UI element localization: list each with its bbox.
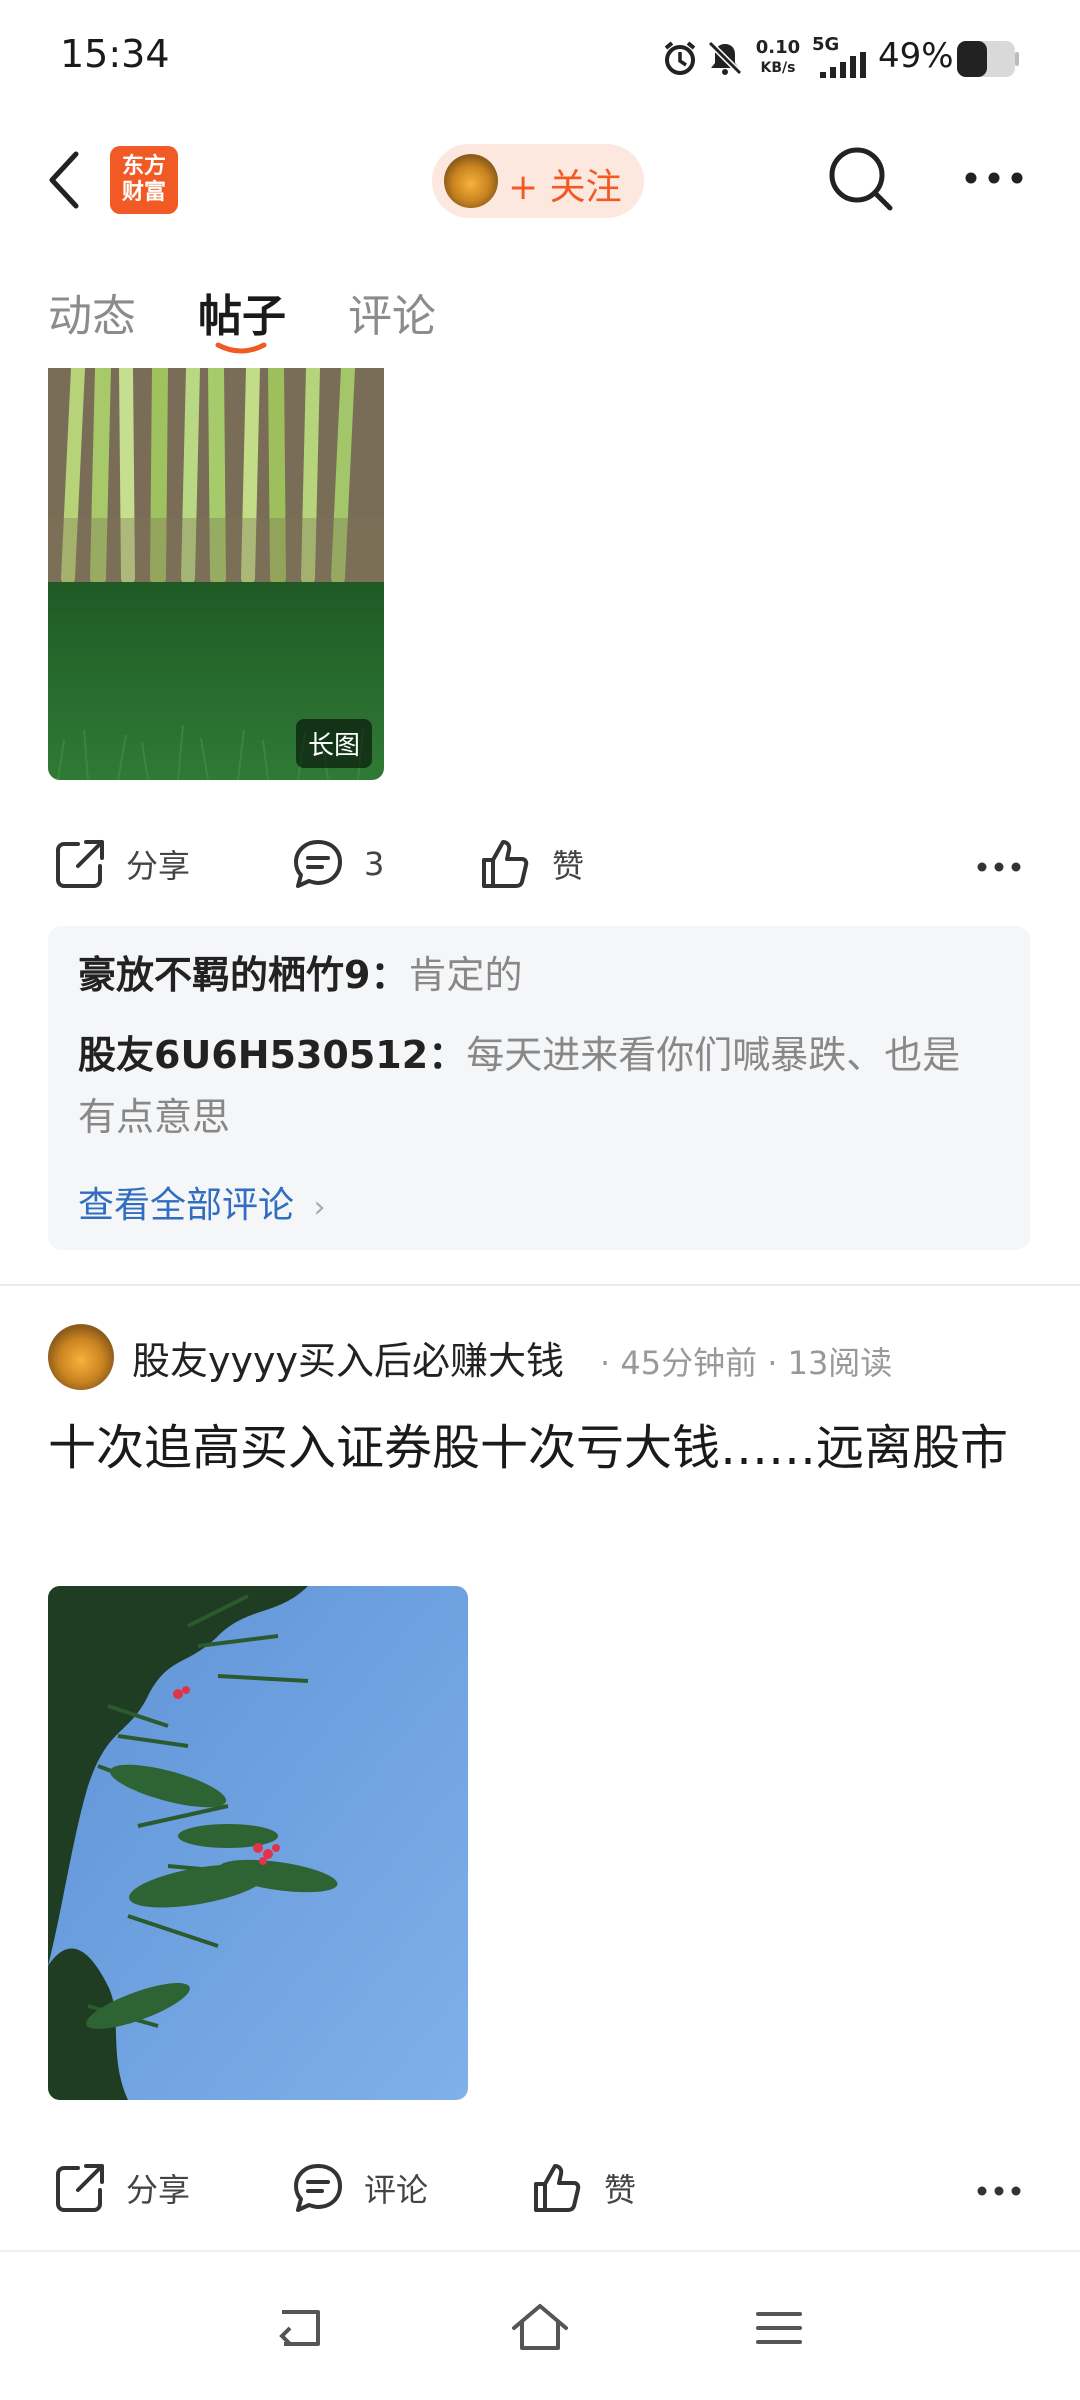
share-button[interactable]: 分享 bbox=[52, 2160, 190, 2216]
avatar bbox=[444, 154, 498, 208]
post-image[interactable]: 长图 bbox=[48, 368, 384, 780]
net-speed-value: 0.10 bbox=[755, 37, 801, 58]
network-speed: 0.10 KB/s bbox=[754, 38, 802, 78]
tab-active-indicator bbox=[215, 340, 267, 354]
post-image[interactable] bbox=[48, 1586, 468, 2100]
home-nav-icon[interactable] bbox=[510, 2302, 570, 2356]
thumbs-up-icon bbox=[534, 2164, 581, 2212]
comment-preview-box[interactable]: 豪放不羁的栖竹9：肯定的 股友6U6H530512：每天进来看你们喊暴跌、也是有… bbox=[48, 926, 1030, 1250]
comment-icon bbox=[294, 2164, 342, 2212]
share-label: 分享 bbox=[126, 2171, 191, 2209]
status-bar: 15:34 0.10 KB/s 5G 49% bbox=[0, 0, 1080, 116]
share-icon bbox=[56, 2164, 104, 2212]
comment-username[interactable]: 股友6U6H530512 bbox=[78, 1033, 428, 1077]
like-button[interactable]: 赞 bbox=[478, 836, 584, 892]
battery-icon bbox=[956, 40, 1020, 82]
app-logo[interactable]: 东方 财富 bbox=[110, 146, 178, 214]
tab-dynamics[interactable]: 动态 bbox=[48, 280, 136, 344]
post-meta: · 45分钟前 · 13阅读 bbox=[600, 1344, 893, 1382]
tab-posts[interactable]: 帖子 bbox=[198, 280, 286, 344]
post-more-icon[interactable] bbox=[976, 2182, 1022, 2201]
like-label: 赞 bbox=[604, 2171, 637, 2209]
battery-percent: 49% bbox=[878, 36, 954, 76]
post-author[interactable]: 股友yyyy买入后必赚大钱 bbox=[132, 1330, 564, 1385]
comment-colon: ： bbox=[370, 953, 409, 997]
net-speed-unit: KB/s bbox=[760, 60, 796, 76]
post-more-icon[interactable] bbox=[976, 858, 1022, 877]
long-image-badge: 长图 bbox=[295, 719, 372, 768]
comment-button[interactable]: 评论 bbox=[290, 2160, 428, 2216]
comment-text: 肯定的 bbox=[408, 953, 523, 997]
search-icon[interactable] bbox=[826, 144, 896, 218]
chevron-right-icon: › bbox=[313, 1190, 326, 1225]
back-arrow-icon[interactable] bbox=[46, 150, 82, 214]
comment-count: 3 bbox=[364, 845, 385, 883]
comment-icon bbox=[294, 840, 342, 888]
comment-colon: ： bbox=[428, 1033, 467, 1077]
status-time: 15:34 bbox=[60, 32, 170, 76]
share-icon bbox=[56, 840, 104, 888]
comment-button[interactable]: 3 bbox=[290, 836, 384, 892]
thumbs-up-icon bbox=[482, 840, 529, 888]
comment-item: 豪放不羁的栖竹9：肯定的 bbox=[78, 944, 998, 1006]
alarm-icon bbox=[660, 38, 700, 82]
post-divider bbox=[0, 1284, 1080, 1286]
share-button[interactable]: 分享 bbox=[52, 836, 190, 892]
more-options-icon[interactable] bbox=[964, 170, 1024, 189]
comment-username[interactable]: 豪放不羁的栖竹9 bbox=[78, 953, 370, 997]
follow-label[interactable]: + 关注 bbox=[508, 158, 622, 210]
comment-label: 评论 bbox=[364, 2171, 429, 2209]
like-button[interactable]: 赞 bbox=[530, 2160, 636, 2216]
signal-icon bbox=[818, 52, 868, 82]
back-nav-icon[interactable] bbox=[272, 2306, 328, 2354]
author-avatar[interactable] bbox=[48, 1324, 114, 1390]
mute-bell-icon bbox=[705, 38, 745, 82]
logo-line-1: 东方 bbox=[121, 154, 166, 179]
post-title[interactable]: 十次追高买入证券股十次亏大钱……远离股市 bbox=[48, 1410, 1038, 1486]
view-all-comments-link[interactable]: 查看全部评论 › bbox=[78, 1176, 325, 1228]
system-navigation-bar bbox=[0, 2252, 1080, 2400]
like-label: 赞 bbox=[552, 847, 585, 885]
comment-item: 股友6U6H530512：每天进来看你们喊暴跌、也是有点意思 bbox=[78, 1024, 998, 1148]
menu-nav-icon[interactable] bbox=[754, 2308, 804, 2352]
tab-comments[interactable]: 评论 bbox=[348, 280, 436, 344]
share-label: 分享 bbox=[126, 847, 191, 885]
logo-line-2: 财富 bbox=[121, 180, 166, 205]
view-all-label: 查看全部评论 bbox=[78, 1185, 295, 1226]
